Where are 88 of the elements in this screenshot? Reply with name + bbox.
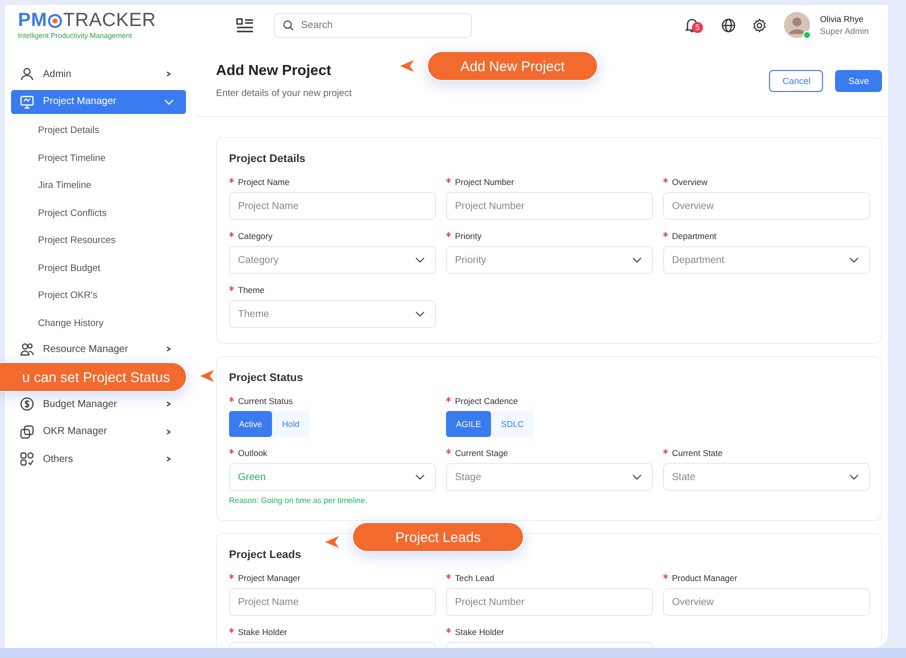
select-field[interactable]: Priority bbox=[446, 246, 653, 274]
menu-icon[interactable] bbox=[236, 18, 254, 32]
callout: Add New Project bbox=[427, 51, 598, 81]
cancel-button[interactable]: Cancel bbox=[769, 70, 824, 92]
segment-option[interactable]: Active bbox=[229, 411, 272, 437]
sidebar-item[interactable]: Resource Manager bbox=[11, 337, 186, 361]
sidebar-item[interactable]: OKR Manager bbox=[11, 420, 186, 444]
submenu-item[interactable]: Project Timeline bbox=[11, 144, 196, 172]
globe-icon[interactable] bbox=[721, 18, 736, 32]
field-label: Current Status bbox=[238, 396, 293, 406]
input-field[interactable]: Project Name bbox=[229, 192, 436, 220]
field-label: Project Manager bbox=[238, 573, 300, 583]
callout: u can set Project Status bbox=[0, 362, 187, 392]
submenu-item[interactable]: Project OKR's bbox=[11, 282, 196, 310]
field-label: Outlook bbox=[238, 448, 268, 458]
squares-icon bbox=[20, 424, 34, 438]
chevron-icon bbox=[849, 474, 859, 480]
user-role: Super Admin bbox=[820, 26, 870, 36]
field-label: Tech Lead bbox=[455, 573, 494, 583]
field-label: Project Number bbox=[455, 177, 514, 187]
select-field[interactable]: State bbox=[663, 463, 870, 491]
chevron-icon bbox=[415, 311, 425, 317]
submenu-item[interactable]: Project Budget bbox=[11, 254, 196, 282]
avatar[interactable] bbox=[784, 12, 810, 38]
field-label: Priority bbox=[455, 231, 482, 241]
field-label: Project Name bbox=[238, 177, 290, 187]
user-name: Olivia Rhye bbox=[820, 14, 864, 24]
submenu-item[interactable]: Project Details bbox=[11, 117, 196, 144]
presentation-icon bbox=[20, 94, 34, 108]
callout: Project Leads bbox=[352, 522, 524, 552]
logo-text: TRACKER bbox=[63, 10, 156, 30]
sidebar-item[interactable]: Admin bbox=[11, 62, 186, 86]
pointer-arrow-icon bbox=[200, 370, 214, 382]
person-icon bbox=[20, 67, 34, 81]
input-field[interactable]: Overview bbox=[663, 588, 870, 616]
sidebar-item[interactable]: Budget Manager bbox=[11, 392, 186, 416]
section-title: Project Status bbox=[229, 372, 303, 384]
chevron-icon bbox=[849, 257, 859, 263]
save-button[interactable]: Save bbox=[835, 70, 882, 92]
input-field[interactable]: Project Number bbox=[446, 588, 653, 616]
input-field[interactable]: Project Name bbox=[229, 588, 436, 616]
people-icon bbox=[20, 342, 34, 356]
dollar-icon bbox=[20, 397, 34, 411]
pointer-arrow-icon bbox=[400, 60, 414, 72]
notification-badge: 5 bbox=[692, 22, 703, 33]
search-icon bbox=[283, 20, 294, 30]
field-label: Stake Holder bbox=[455, 627, 504, 637]
segment-option[interactable]: Hold bbox=[272, 411, 310, 437]
shapes-icon bbox=[20, 452, 34, 466]
field-label: Overview bbox=[672, 177, 708, 187]
field-label: Category bbox=[238, 231, 272, 241]
select-field[interactable]: Theme bbox=[229, 300, 436, 328]
pointer-arrow-icon bbox=[325, 536, 339, 548]
select-field[interactable]: Stage bbox=[446, 463, 653, 491]
logo-text: PM bbox=[18, 10, 48, 30]
submenu-item[interactable]: Project Resources bbox=[11, 227, 196, 254]
field-note: Reason: Going on time as per timeline. bbox=[229, 496, 368, 505]
chevron-icon bbox=[632, 474, 642, 480]
input-field[interactable]: Project Number bbox=[446, 192, 653, 220]
section-title: Project Leads bbox=[229, 549, 302, 561]
settings-icon[interactable] bbox=[752, 18, 767, 32]
chevron-icon bbox=[415, 257, 425, 263]
search-field[interactable]: Search bbox=[274, 12, 472, 38]
field-label: Current Stage bbox=[455, 448, 508, 458]
chevron-icon bbox=[415, 474, 425, 480]
chevron-icon bbox=[164, 98, 174, 104]
input-field[interactable]: Overview bbox=[663, 192, 870, 220]
field-label: Current State bbox=[672, 448, 723, 458]
select-field[interactable]: Category bbox=[229, 246, 436, 274]
page-title: Add New Project bbox=[216, 62, 332, 78]
segment-option[interactable]: SDLC bbox=[491, 411, 534, 437]
page-subtitle: Enter details of your new project bbox=[216, 88, 352, 98]
field-label: Theme bbox=[238, 285, 264, 295]
submenu-item[interactable]: Jira Timeline bbox=[11, 172, 196, 200]
section-title: Project Details bbox=[229, 153, 306, 165]
submenu-item[interactable]: Project Conflicts bbox=[11, 200, 196, 227]
sidebar-item[interactable]: Project Manager bbox=[11, 90, 186, 114]
submenu-item[interactable]: Change History bbox=[11, 310, 196, 337]
select-field[interactable]: Department bbox=[663, 246, 870, 274]
field-label: Department bbox=[672, 231, 716, 241]
select-field[interactable]: Green bbox=[229, 463, 436, 491]
segment-option[interactable]: AGILE bbox=[446, 411, 492, 437]
field-label: Stake Holder bbox=[238, 627, 288, 637]
chevron-icon bbox=[632, 257, 642, 263]
field-label: Project Cadence bbox=[455, 396, 518, 406]
target-icon bbox=[48, 14, 62, 28]
sidebar-item[interactable]: Others bbox=[11, 447, 186, 471]
field-label: Product Manager bbox=[672, 573, 738, 583]
